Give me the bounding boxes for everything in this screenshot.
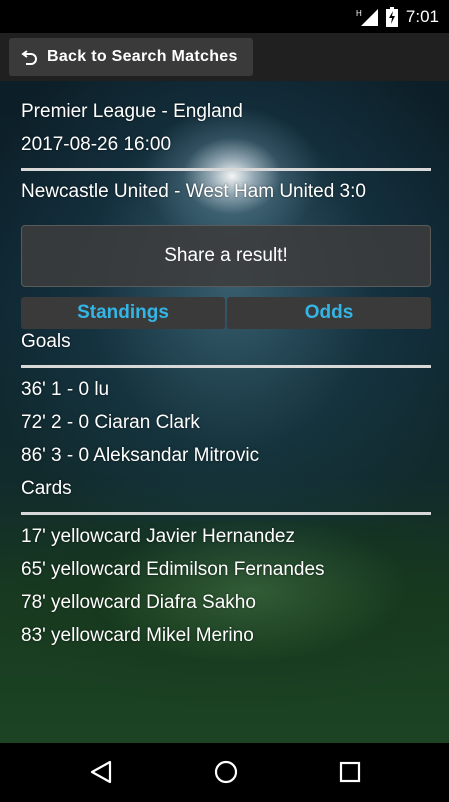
divider [21,365,431,368]
card-item: 83' yellowcard Mikel Merino [21,625,254,646]
goals-header: Goals [21,331,71,352]
goal-item: 86' 3 - 0 Aleksandar Mitrovic [21,445,260,466]
share-result-button[interactable]: Share a result! [21,225,431,287]
match-teams-score: Newcastle United - West Ham United 3:0 [21,181,366,202]
back-arrow-icon [21,50,37,65]
cards-header: Cards [21,478,72,499]
nav-home-icon[interactable] [211,757,241,787]
status-time: 7:01 [405,6,439,26]
tab-odds[interactable]: Odds [227,297,431,329]
league-name: Premier League - England [21,101,243,122]
back-button-label: Back to Search Matches [47,48,238,65]
nav-back-icon[interactable] [86,757,116,787]
svg-text:H: H [356,9,362,18]
navigation-bar [0,743,449,802]
signal-icon: H [356,8,378,26]
goal-item: 72' 2 - 0 Ciaran Clark [21,412,200,433]
tab-standings[interactable]: Standings [21,297,225,329]
tabs: Standings Odds [21,297,431,329]
divider [21,168,431,171]
card-item: 78' yellowcard Diafra Sakho [21,592,256,613]
status-bar: H 7:01 [0,0,449,33]
goal-item: 36' 1 - 0 lu [21,379,110,400]
match-datetime: 2017-08-26 16:00 [21,134,172,155]
card-item: 65' yellowcard Edimilson Fernandes [21,559,325,580]
action-bar: Back to Search Matches [0,33,449,81]
battery-icon [385,6,398,27]
nav-recents-icon[interactable] [335,757,365,787]
match-details[interactable]: Premier League - England 2017-08-26 16:0… [0,81,449,743]
back-to-search-button[interactable]: Back to Search Matches [9,38,253,76]
card-item: 17' yellowcard Javier Hernandez [21,526,295,547]
divider [21,512,431,515]
